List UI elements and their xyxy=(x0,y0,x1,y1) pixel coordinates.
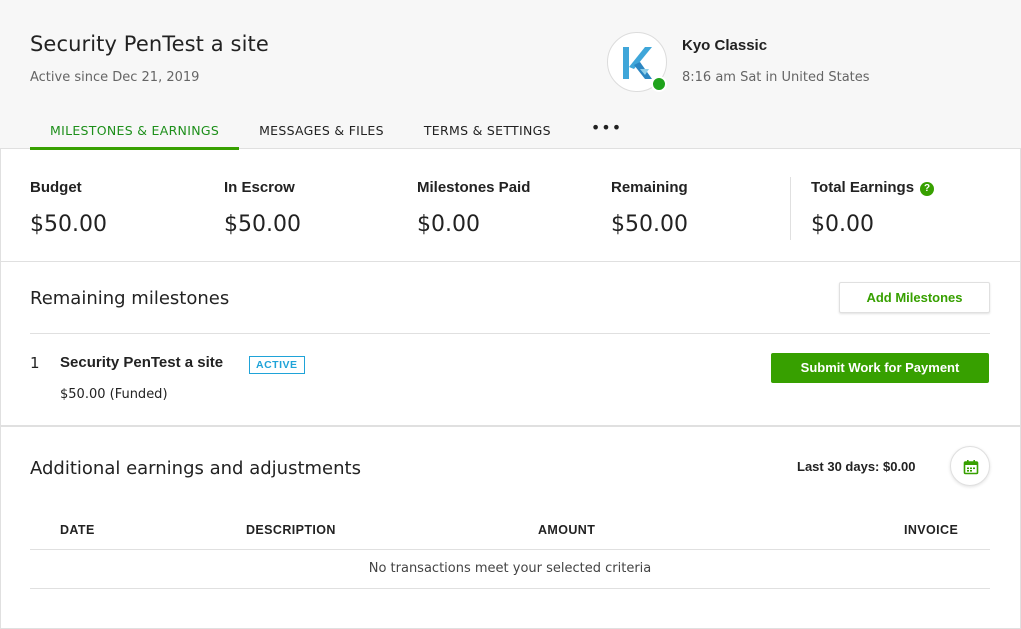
client-name[interactable]: Kyo Classic xyxy=(682,37,767,54)
milestone-amount: $50.00 (Funded) xyxy=(60,387,168,402)
tab-terms-settings[interactable]: TERMS & SETTINGS xyxy=(404,114,571,149)
tab-milestones-earnings[interactable]: MILESTONES & EARNINGS xyxy=(30,114,240,150)
table-header-divider xyxy=(30,549,990,550)
tab-messages-files[interactable]: MESSAGES & FILES xyxy=(239,114,404,149)
contract-header: Security PenTest a site Active since Dec… xyxy=(0,0,1021,150)
divider xyxy=(30,333,990,334)
stat-value: $50.00 xyxy=(611,212,688,237)
stat-label: Milestones Paid xyxy=(417,179,531,196)
status-badge: ACTIVE xyxy=(249,356,305,374)
contract-active-since: Active since Dec 21, 2019 xyxy=(30,70,200,85)
contract-tabs: MILESTONES & EARNINGS MESSAGES & FILES T… xyxy=(30,114,642,150)
empty-state-message: No transactions meet your selected crite… xyxy=(368,561,652,576)
submit-work-button[interactable]: Submit Work for Payment xyxy=(771,353,989,383)
column-header-description[interactable]: DESCRIPTION xyxy=(246,523,336,537)
stat-remaining: Remaining $50.00 xyxy=(611,179,688,237)
add-milestones-button[interactable]: Add Milestones xyxy=(839,282,990,313)
column-header-invoice[interactable]: INVOICE xyxy=(904,523,958,537)
stat-value: $0.00 xyxy=(811,212,874,237)
stat-value: $50.00 xyxy=(224,212,301,237)
period-summary: Last 30 days: $0.00 xyxy=(797,459,916,474)
column-header-amount[interactable]: AMOUNT xyxy=(538,523,595,537)
budget-summary: Budget $50.00 In Escrow $50.00 Milestone… xyxy=(0,149,1021,262)
client-local-time: 8:16 am Sat in United States xyxy=(682,70,870,85)
stat-budget: Budget $50.00 xyxy=(30,179,107,237)
milestone-title: Security PenTest a site xyxy=(60,354,224,371)
remaining-milestones-heading: Remaining milestones xyxy=(30,288,230,309)
stat-label: Total Earnings xyxy=(811,179,915,196)
table-bottom-divider xyxy=(30,588,990,589)
stat-total-earnings: Total Earnings? $0.00 xyxy=(811,179,935,237)
stat-milestones-paid: Milestones Paid $0.00 xyxy=(417,179,530,237)
client-logo-icon xyxy=(623,47,652,79)
page-title: Security PenTest a site xyxy=(30,32,269,56)
help-icon[interactable]: ? xyxy=(920,182,935,196)
online-status-dot xyxy=(651,76,667,92)
date-range-button[interactable] xyxy=(950,446,990,486)
stat-value: $50.00 xyxy=(30,212,107,237)
column-header-date[interactable]: DATE xyxy=(60,523,95,537)
additional-earnings-heading: Additional earnings and adjustments xyxy=(30,458,361,479)
milestone-number: 1 xyxy=(30,354,40,372)
calendar-icon xyxy=(963,460,979,475)
more-options-icon[interactable]: ••• xyxy=(571,114,642,149)
stat-label: In Escrow xyxy=(224,179,295,196)
stat-value: $0.00 xyxy=(417,212,480,237)
stat-in-escrow: In Escrow $50.00 xyxy=(224,179,301,237)
section-divider xyxy=(0,425,1021,427)
stat-label: Remaining xyxy=(611,179,688,196)
stat-label: Budget xyxy=(30,179,82,196)
stats-divider xyxy=(790,177,791,240)
